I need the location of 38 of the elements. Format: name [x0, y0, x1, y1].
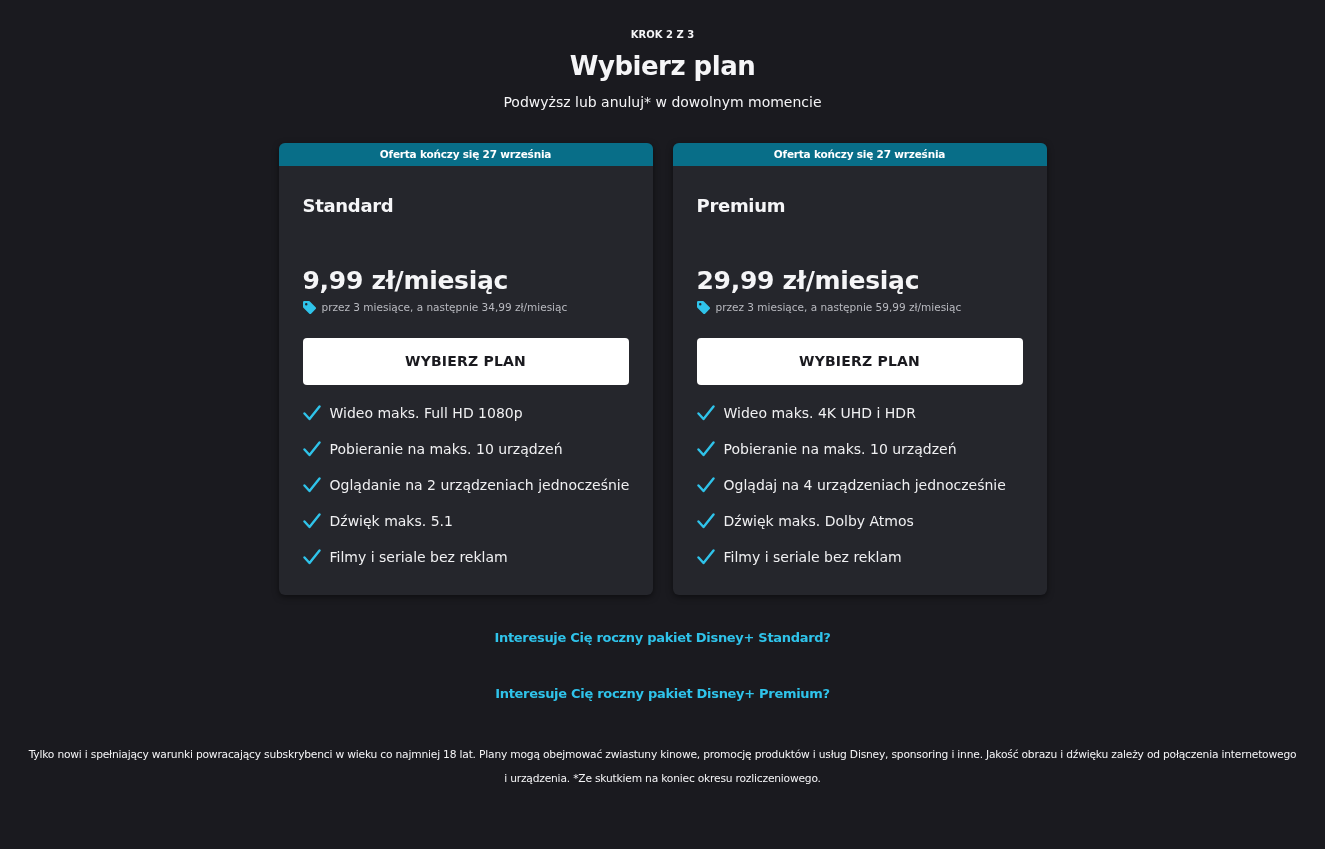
offer-banner: Oferta kończy się 27 września [672, 143, 1047, 167]
plan-name: Standard [302, 194, 395, 219]
step-indicator: KROK 2 Z 3 [629, 28, 696, 42]
promo-note: przez 3 miesiące, a następnie 34,99 zł/miesiąc [321, 299, 568, 315]
feature-text: Wideo maks. Full HD 1080p [329, 403, 523, 423]
tag-icon [696, 301, 710, 315]
choose-plan-button[interactable]: WYBIERZ PLAN [302, 338, 629, 386]
check-icon [302, 549, 321, 566]
page-subtitle: Podwyższ lub anuluj* w dowolnym momencie [502, 93, 823, 113]
feature-text: Filmy i seriale bez reklam [723, 547, 902, 567]
choose-plan-button[interactable]: WYBIERZ PLAN [696, 338, 1023, 386]
feature-text: Oglądanie na 2 urządzeniach jednocześnie [329, 475, 630, 495]
check-icon [696, 477, 715, 494]
plan-price: 9,99 zł/miesiąc [302, 267, 510, 295]
annual-plan-link[interactable]: Interesuje Cię roczny pakiet Disney+ Premium? [495, 683, 830, 704]
feature-text: Dźwięk maks. Dolby Atmos [723, 511, 914, 531]
page-title: Wybierz plan [568, 51, 757, 83]
plan-price: 29,99 zł/miesiąc [696, 267, 921, 295]
feature-text: Wideo maks. 4K UHD i HDR [723, 403, 916, 423]
feature-text: Dźwięk maks. 5.1 [329, 511, 453, 531]
check-icon [302, 441, 321, 458]
check-icon [696, 513, 715, 530]
feature-text: Filmy i seriale bez reklam [329, 547, 508, 567]
check-icon [696, 441, 715, 458]
check-icon [302, 405, 321, 422]
promo-note: przez 3 miesiące, a następnie 59,99 zł/miesiąc [715, 299, 962, 315]
feature-text: Pobieranie na maks. 10 urządzeń [723, 439, 957, 459]
check-icon [302, 513, 321, 530]
feature-text: Oglądaj na 4 urządzeniach jednocześnie [723, 475, 1006, 495]
feature-text: Pobieranie na maks. 10 urządzeń [329, 439, 563, 459]
check-icon [302, 477, 321, 494]
check-icon [696, 405, 715, 422]
annual-plan-link[interactable]: Interesuje Cię roczny pakiet Disney+ Standard? [494, 628, 831, 648]
tag-icon [302, 301, 316, 315]
offer-banner: Oferta kończy się 27 września [278, 143, 653, 167]
check-icon [696, 549, 715, 566]
plan-name: Premium [696, 194, 787, 219]
footnote-text: Tylko nowi i spełniający warunki powracający subskrybenci w wieku co najmniej 18 lat. Plany mogą obejmować zwiastuny kinowe, promocję produktów i usług Disney, sponsoring i inne. Jakość obrazu i dźwięku zależy od połączenia internetowego i urządzenia. *Ze skutkiem na koniec okresu rozliczeniowego. [27, 747, 1298, 788]
